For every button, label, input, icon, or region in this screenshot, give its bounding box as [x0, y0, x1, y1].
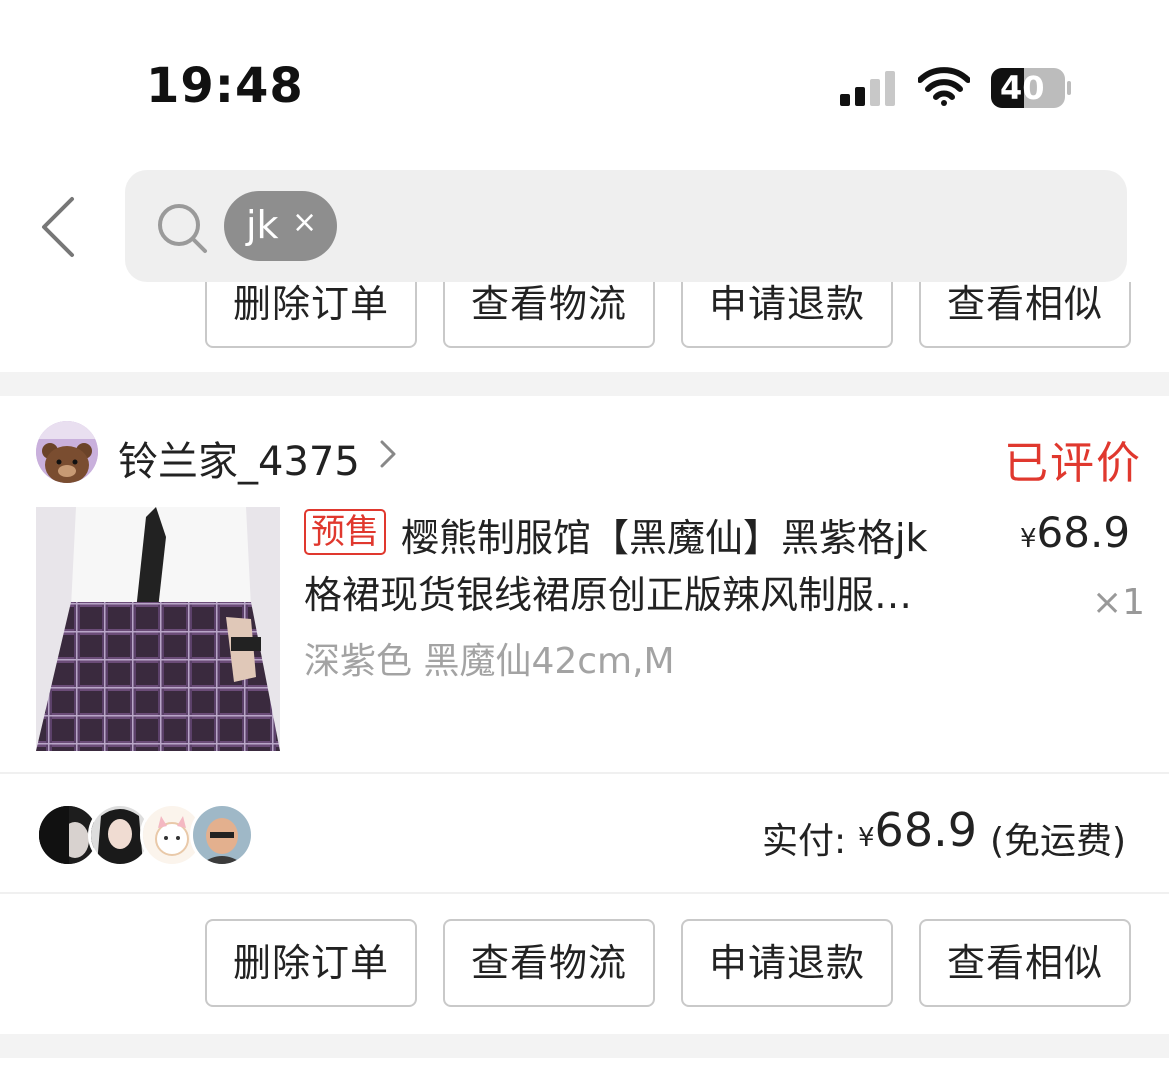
- battery-indicator: 40: [990, 67, 1072, 109]
- divider: [0, 892, 1169, 894]
- order-status: 已评价: [1004, 438, 1142, 489]
- request-refund-button[interactable]: 申请退款: [681, 919, 893, 1007]
- avatar-photo-4: [193, 806, 251, 864]
- search-icon: [158, 204, 207, 253]
- search-keyword: jk: [246, 203, 279, 247]
- product-price: ¥68.9: [1020, 508, 1130, 557]
- shipping-note: (免运费): [990, 821, 1127, 862]
- shop-name[interactable]: 铃兰家_4375: [118, 429, 360, 487]
- view-similar-button[interactable]: 查看相似: [919, 919, 1131, 1007]
- product-quantity: ×1: [1092, 582, 1146, 623]
- delete-order-button[interactable]: 删除订单: [205, 919, 417, 1007]
- battery-level: 40: [1000, 69, 1045, 107]
- view-logistics-button[interactable]: 查看物流: [443, 919, 655, 1007]
- view-similar-button[interactable]: 查看相似: [919, 282, 1131, 348]
- chip-remove-icon[interactable]: ×: [292, 205, 317, 240]
- divider: [0, 772, 1169, 774]
- product-title-line2[interactable]: 格裙现货银线裙原创正版辣风制服…: [304, 564, 974, 619]
- price-value: 68.9: [1036, 508, 1131, 557]
- delete-order-button[interactable]: 删除订单: [205, 282, 417, 348]
- back-chevron-icon[interactable]: [38, 196, 78, 258]
- presale-tag: 预售: [304, 509, 386, 555]
- paid-value: 68.9: [874, 803, 977, 857]
- chevron-right-icon[interactable]: [378, 438, 398, 470]
- previous-order-actions: 删除订单 查看物流 申请退款 查看相似: [0, 282, 1169, 352]
- product-variant: 深紫色 黑魔仙42cm,M: [304, 641, 675, 682]
- view-logistics-button[interactable]: 查看物流: [443, 282, 655, 348]
- cellular-signal-icon: [840, 71, 895, 106]
- paid-label: 实付:: [762, 821, 847, 862]
- status-time: 19:48: [146, 58, 304, 114]
- request-refund-button[interactable]: 申请退款: [681, 282, 893, 348]
- user-avatar-4: [190, 803, 254, 867]
- search-keyword-chip[interactable]: jk ×: [224, 191, 337, 261]
- skirt-photo: [36, 507, 280, 751]
- paid-currency: ¥: [858, 823, 875, 853]
- price-currency: ¥: [1020, 524, 1037, 554]
- paid-amount: ¥68.9: [858, 803, 977, 857]
- bear-avatar-icon: [36, 421, 98, 483]
- product-image[interactable]: [36, 507, 280, 751]
- wifi-icon: [918, 67, 970, 106]
- card-separator: [0, 1034, 1169, 1058]
- card-separator: [0, 372, 1169, 396]
- shop-avatar[interactable]: [36, 421, 98, 483]
- product-title-line1[interactable]: 樱熊制服馆【黑魔仙】黑紫格jk: [401, 507, 928, 562]
